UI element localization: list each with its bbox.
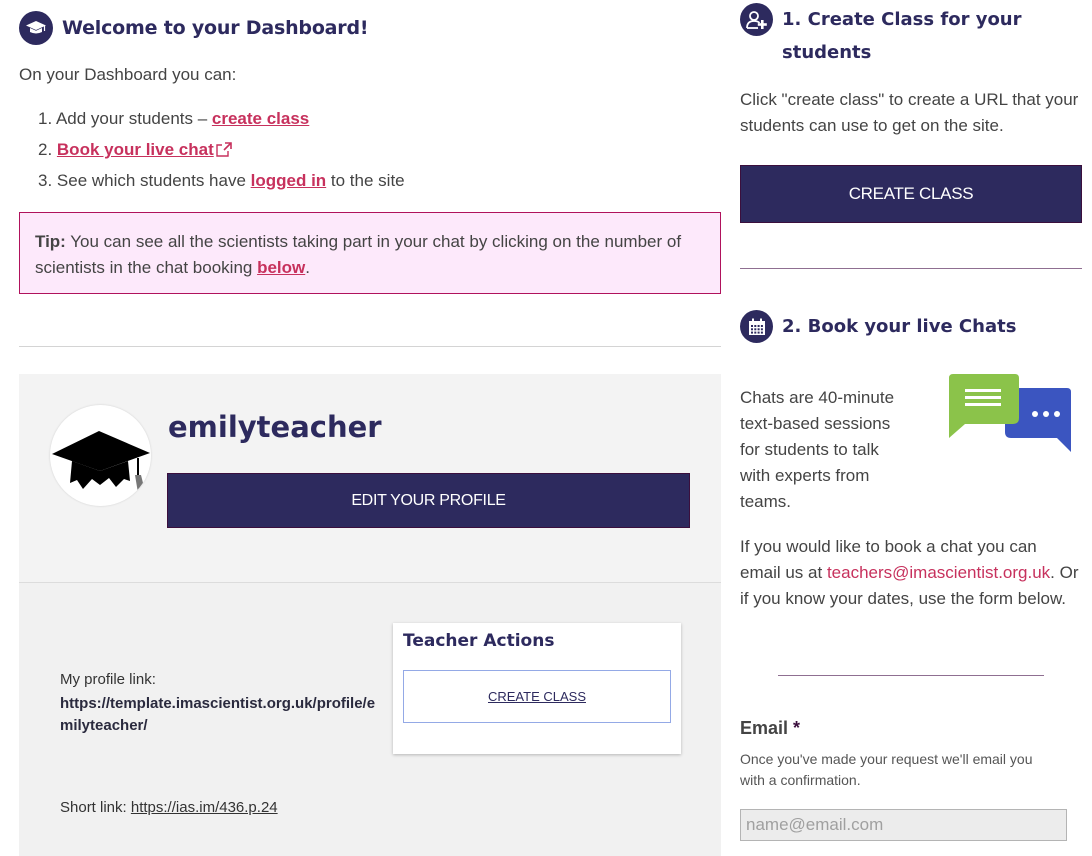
below-link[interactable]: below: [257, 258, 305, 277]
step-item: 2. Book your live chat: [38, 139, 405, 170]
email-help-text: Once you've made your request we'll emai…: [740, 751, 1033, 788]
email-label: Email *: [740, 718, 801, 738]
divider: [19, 346, 721, 347]
tip-text: You can see all the scientists taking pa…: [35, 232, 682, 277]
book-live-chat-link[interactable]: Book your live chat: [57, 140, 232, 159]
welcome-title: Welcome to your Dashboard!: [62, 17, 369, 39]
tip-label: Tip:: [35, 232, 66, 251]
teachers-email-link[interactable]: teachers@imascientist.org.uk: [827, 563, 1050, 582]
email-input[interactable]: [740, 809, 1067, 841]
calendar-icon: [740, 310, 773, 343]
step-item: 3. See which students have logged in to …: [38, 171, 405, 190]
create-class-title: 1. Create Class for your students: [782, 9, 1022, 63]
graduation-cap-icon: [19, 11, 53, 45]
divider: [778, 675, 1044, 676]
book-chats-header: 2. Book your live Chats: [740, 310, 1016, 343]
create-class-link[interactable]: create class: [212, 109, 309, 128]
divider: [740, 268, 1082, 269]
intro-text: On your Dashboard you can:: [19, 65, 237, 84]
profile-header: emilyteacher EDIT YOUR PROFILE: [19, 374, 721, 583]
tip-box: Tip: You can see all the scientists taki…: [19, 212, 721, 294]
logged-in-link[interactable]: logged in: [251, 171, 327, 190]
add-user-icon: [740, 3, 773, 36]
chat-bubbles-icon: [947, 372, 1073, 459]
create-class-header: 1. Create Class for your students: [740, 3, 1022, 69]
create-class-button[interactable]: CREATE CLASS: [740, 165, 1082, 223]
teacher-actions-card: Teacher Actions CREATE CLASS: [393, 623, 681, 754]
step-item: 1. Add your students – create class: [38, 109, 310, 128]
edit-profile-button[interactable]: EDIT YOUR PROFILE: [167, 473, 690, 528]
profile-panel: emilyteacher EDIT YOUR PROFILE My profil…: [19, 374, 721, 856]
required-marker: *: [793, 718, 801, 738]
external-link-icon: [216, 141, 232, 163]
steps-list: 1. Add your students – create class 2. B…: [38, 108, 405, 201]
chats-description: Chats are 40-minute text-based sessions …: [740, 388, 895, 511]
teacher-actions-create-class-button[interactable]: CREATE CLASS: [403, 670, 671, 723]
avatar: [50, 405, 151, 506]
short-link: Short link: https://ias.im/436.p.24: [60, 799, 278, 816]
profile-link-label: My profile link:: [60, 671, 156, 688]
booking-text: If you would like to book a chat you can…: [740, 537, 1079, 608]
profile-link-url[interactable]: https://template.imascientist.org.uk/pro…: [60, 693, 380, 737]
create-class-text: Click "create class" to create a URL tha…: [740, 90, 1079, 135]
username: emilyteacher: [168, 410, 382, 444]
book-chats-title: 2. Book your live Chats: [782, 316, 1017, 337]
welcome-header: Welcome to your Dashboard!: [19, 11, 369, 45]
short-link-url[interactable]: https://ias.im/436.p.24: [131, 799, 278, 816]
teacher-actions-title: Teacher Actions: [403, 631, 555, 651]
graduation-cap-avatar-icon: [52, 431, 150, 493]
